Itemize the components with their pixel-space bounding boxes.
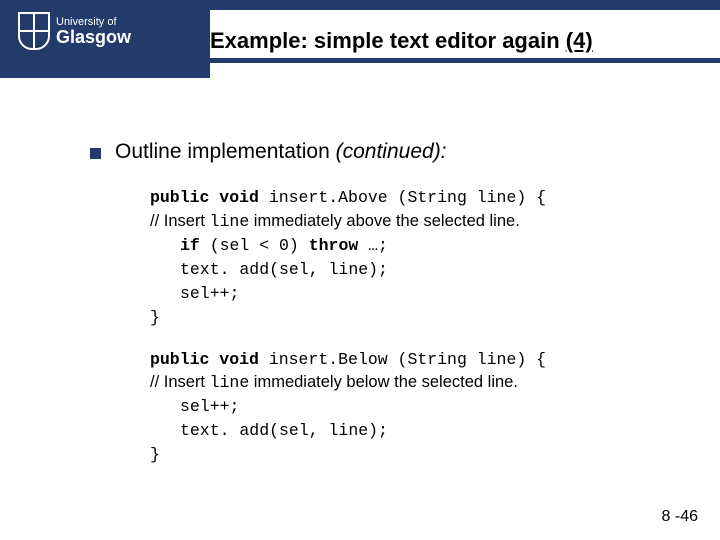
page-number: 8 -46 xyxy=(662,508,698,526)
c1-l3: sel++; xyxy=(150,282,680,306)
c2-cmt-pre: // Insert xyxy=(150,373,210,391)
c2-l1: sel++; xyxy=(150,395,680,419)
university-logo: University of Glasgow xyxy=(18,12,131,50)
slide-title: Example: simple text editor again (4) xyxy=(210,28,593,54)
bullet-square-icon xyxy=(90,148,101,159)
title-prefix: Example: simple text editor again xyxy=(210,28,566,53)
c2-sig-kw: public void xyxy=(150,350,259,369)
c1-l4: } xyxy=(150,306,680,330)
bullet-lead: Outline implementation xyxy=(115,140,336,163)
bullet-line: Outline implementation (continued): xyxy=(90,140,680,164)
c1-cmt-post: immediately above the selected line. xyxy=(249,212,520,230)
c2-cmt-post: immediately below the selected line. xyxy=(249,373,518,391)
title-suffix: (4) xyxy=(566,28,593,53)
logo-line2: Glasgow xyxy=(56,28,131,46)
c1-cmt-code: line xyxy=(210,212,250,231)
crest-icon xyxy=(18,12,50,50)
c1-l2: text. add(sel, line); xyxy=(150,258,680,282)
c1-sig-rest: insert.Above (String line) { xyxy=(259,188,546,207)
c1-sig-kw: public void xyxy=(150,188,259,207)
code-block-2: public void insert.Below (String line) {… xyxy=(150,348,680,468)
c1-throw: throw xyxy=(309,236,359,255)
c2-l3: } xyxy=(150,443,680,467)
header-cap xyxy=(0,63,210,78)
slide-content: Outline implementation (continued): publ… xyxy=(90,140,680,467)
c2-sig-rest: insert.Below (String line) { xyxy=(259,350,546,369)
c1-if: if xyxy=(180,236,200,255)
c1-cond: (sel < 0) xyxy=(200,236,309,255)
code-block-1: public void insert.Above (String line) {… xyxy=(150,186,680,330)
c1-throw-rest: …; xyxy=(358,236,388,255)
c1-cmt-pre: // Insert xyxy=(150,212,210,230)
header-thin-rule xyxy=(210,58,720,63)
bullet-tail: (continued): xyxy=(336,140,447,163)
logo-line1: University of xyxy=(56,17,131,28)
c2-l2: text. add(sel, line); xyxy=(150,419,680,443)
c2-cmt-code: line xyxy=(210,373,250,392)
